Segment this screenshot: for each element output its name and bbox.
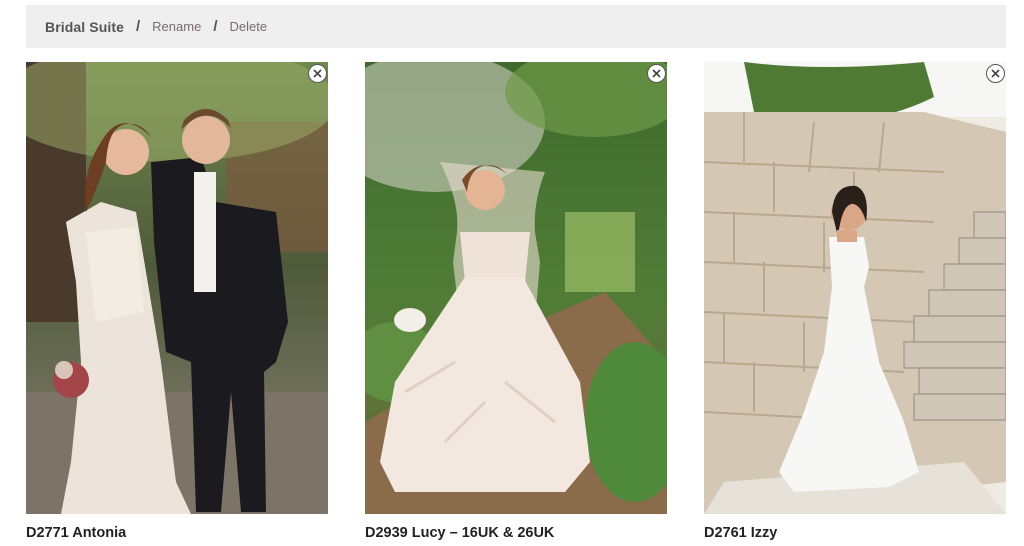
dress-photo[interactable] [365, 62, 667, 514]
breadcrumb-separator: / [136, 18, 141, 35]
dress-photo[interactable] [704, 62, 1006, 514]
suite-title: Bridal Suite [45, 18, 124, 35]
breadcrumb-separator: / [213, 18, 218, 35]
close-icon [652, 69, 661, 78]
close-icon [991, 69, 1000, 78]
remove-item-button[interactable] [647, 64, 666, 83]
dress-card[interactable]: D2771 Antonia [26, 62, 328, 541]
remove-item-button[interactable] [308, 64, 327, 83]
close-icon [313, 69, 322, 78]
dress-name[interactable]: D2771 Antonia [26, 525, 328, 541]
suite-header-bar: Bridal Suite / Rename / Delete [26, 5, 1006, 48]
dress-card[interactable]: D2761 Izzy [704, 62, 1006, 541]
dress-name[interactable]: D2761 Izzy [704, 525, 1006, 541]
dress-name[interactable]: D2939 Lucy – 16UK & 26UK [365, 525, 667, 541]
delete-link[interactable]: Delete [229, 19, 267, 34]
dress-card[interactable]: D2939 Lucy – 16UK & 26UK [365, 62, 667, 541]
remove-item-button[interactable] [986, 64, 1005, 83]
rename-link[interactable]: Rename [152, 19, 201, 34]
dress-photo[interactable] [26, 62, 328, 514]
